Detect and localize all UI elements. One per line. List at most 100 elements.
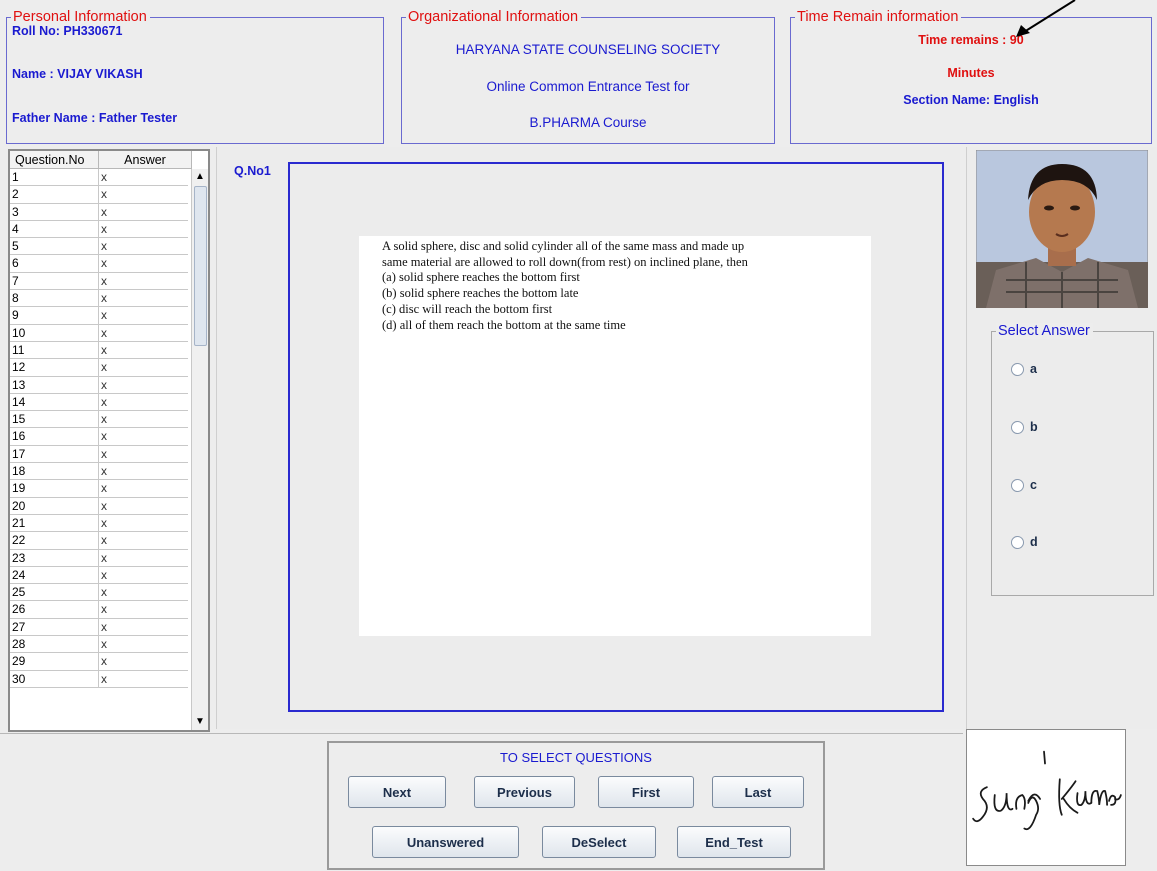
end-test-button[interactable]: End_Test (677, 826, 791, 858)
unanswered-button[interactable]: Unanswered (372, 826, 519, 858)
answer-cell[interactable]: x (99, 359, 107, 375)
question-number-cell[interactable]: 15 (10, 411, 99, 428)
column-header-question-no[interactable]: Question.No (10, 151, 99, 169)
table-row[interactable]: 7x (10, 272, 188, 291)
answer-cell[interactable]: x (99, 290, 107, 306)
table-row[interactable]: 18 x (10, 463, 188, 481)
answer-cell[interactable]: x (99, 601, 107, 617)
table-row[interactable]: 27 x (10, 618, 188, 637)
question-number-cell[interactable]: 25 (10, 584, 99, 601)
question-number-cell[interactable]: 23 (10, 549, 99, 566)
answer-cell[interactable]: x (99, 498, 107, 514)
question-number-cell[interactable]: 1 (10, 169, 99, 186)
table-row[interactable]: 30 x (10, 670, 188, 688)
question-number-cell[interactable]: 5 (10, 238, 99, 255)
scrollbar-thumb[interactable] (194, 186, 207, 346)
answer-cell[interactable]: x (99, 671, 107, 687)
table-row[interactable]: 16 x (10, 428, 188, 446)
question-number-cell[interactable]: 12 (10, 359, 99, 376)
last-button[interactable]: Last (712, 776, 804, 808)
question-number-cell[interactable]: 30 (10, 670, 99, 687)
answer-cell[interactable]: x (99, 636, 107, 652)
question-number-cell[interactable]: 21 (10, 514, 99, 532)
answer-cell[interactable]: x (99, 653, 107, 669)
table-row[interactable]: 5x (10, 238, 188, 256)
deselect-button[interactable]: DeSelect (542, 826, 656, 858)
answer-cell[interactable]: x (99, 584, 107, 600)
answer-cell[interactable]: x (99, 411, 107, 427)
table-row[interactable]: 23 x (10, 549, 188, 567)
table-row[interactable]: 17 x (10, 445, 188, 464)
table-row[interactable]: 21 x (10, 514, 188, 533)
table-row[interactable]: 26 x (10, 601, 188, 619)
answer-cell[interactable]: x (99, 169, 107, 185)
answer-cell[interactable]: x (99, 204, 107, 220)
question-number-cell[interactable]: 9 (10, 307, 99, 324)
question-number-cell[interactable]: 6 (10, 255, 99, 272)
answer-option-b[interactable]: b (1011, 420, 1038, 434)
answer-cell[interactable]: x (99, 255, 107, 271)
table-row[interactable]: 29 x (10, 653, 188, 671)
answer-cell[interactable]: x (99, 480, 107, 496)
answer-cell[interactable]: x (99, 186, 107, 202)
question-number-cell[interactable]: 4 (10, 220, 99, 238)
question-number-cell[interactable]: 20 (10, 497, 99, 514)
question-number-cell[interactable]: 24 (10, 566, 99, 584)
answer-cell[interactable]: x (99, 619, 107, 635)
question-number-cell[interactable]: 14 (10, 393, 99, 411)
question-number-cell[interactable]: 8 (10, 290, 99, 307)
table-row[interactable]: 4x (10, 220, 188, 239)
question-number-cell[interactable]: 16 (10, 428, 99, 445)
question-answer-table[interactable]: Question.No Answer 1 x 2 x 3 x 4 x 5 x 6 x 7 x 8 x 9 x 10 x… (8, 149, 210, 732)
answer-cell[interactable]: x (99, 515, 107, 531)
table-row[interactable]: 9x (10, 307, 188, 325)
question-number-cell[interactable]: 7 (10, 272, 99, 290)
question-number-cell[interactable]: 3 (10, 203, 99, 220)
table-row[interactable]: 2x (10, 186, 188, 204)
question-number-cell[interactable]: 10 (10, 324, 99, 341)
table-row[interactable]: 3x (10, 203, 188, 221)
answer-cell[interactable]: x (99, 428, 107, 444)
table-row[interactable]: 1x (10, 169, 188, 187)
answer-cell[interactable]: x (99, 377, 107, 393)
answer-cell[interactable]: x (99, 325, 107, 341)
answer-option-c[interactable]: c (1011, 478, 1037, 492)
answer-cell[interactable]: x (99, 567, 107, 583)
table-row[interactable]: 19 x (10, 480, 188, 498)
answer-cell[interactable]: x (99, 273, 107, 289)
table-row[interactable]: 6x (10, 255, 188, 273)
question-number-cell[interactable]: 27 (10, 618, 99, 636)
table-row[interactable]: 22 x (10, 532, 188, 550)
table-row[interactable]: 14 x (10, 393, 188, 412)
answer-cell[interactable]: x (99, 532, 107, 548)
answer-cell[interactable]: x (99, 342, 107, 358)
first-button[interactable]: First (598, 776, 694, 808)
table-row[interactable]: 10 x (10, 324, 188, 342)
question-number-cell[interactable]: 18 (10, 463, 99, 480)
scroll-down-arrow-icon[interactable]: ▼ (192, 714, 208, 730)
previous-button[interactable]: Previous (474, 776, 575, 808)
question-number-cell[interactable]: 2 (10, 186, 99, 203)
radio-circle-icon[interactable] (1011, 362, 1024, 376)
column-header-answer[interactable]: Answer (99, 151, 192, 169)
table-row[interactable]: 11 x (10, 341, 188, 360)
table-row[interactable]: 8x (10, 290, 188, 308)
radio-circle-icon[interactable] (1011, 535, 1024, 549)
scroll-up-arrow-icon[interactable]: ▲ (192, 169, 208, 185)
answer-cell[interactable]: x (99, 307, 107, 323)
next-button[interactable]: Next (348, 776, 446, 808)
table-row[interactable]: 15 x (10, 411, 188, 429)
table-row[interactable]: 13 x (10, 376, 188, 394)
answer-cell[interactable]: x (99, 463, 107, 479)
table-row[interactable]: 24 x (10, 566, 188, 585)
question-number-cell[interactable]: 22 (10, 532, 99, 549)
table-row[interactable]: 12 x (10, 359, 188, 377)
table-row[interactable]: 20 x (10, 497, 188, 515)
question-number-cell[interactable]: 19 (10, 480, 99, 497)
answer-option-a[interactable]: a (1011, 362, 1037, 376)
question-number-cell[interactable]: 11 (10, 341, 99, 359)
question-number-cell[interactable]: 13 (10, 376, 99, 393)
question-number-cell[interactable]: 26 (10, 601, 99, 618)
question-number-cell[interactable]: 29 (10, 653, 99, 670)
answer-cell[interactable]: x (99, 221, 107, 237)
